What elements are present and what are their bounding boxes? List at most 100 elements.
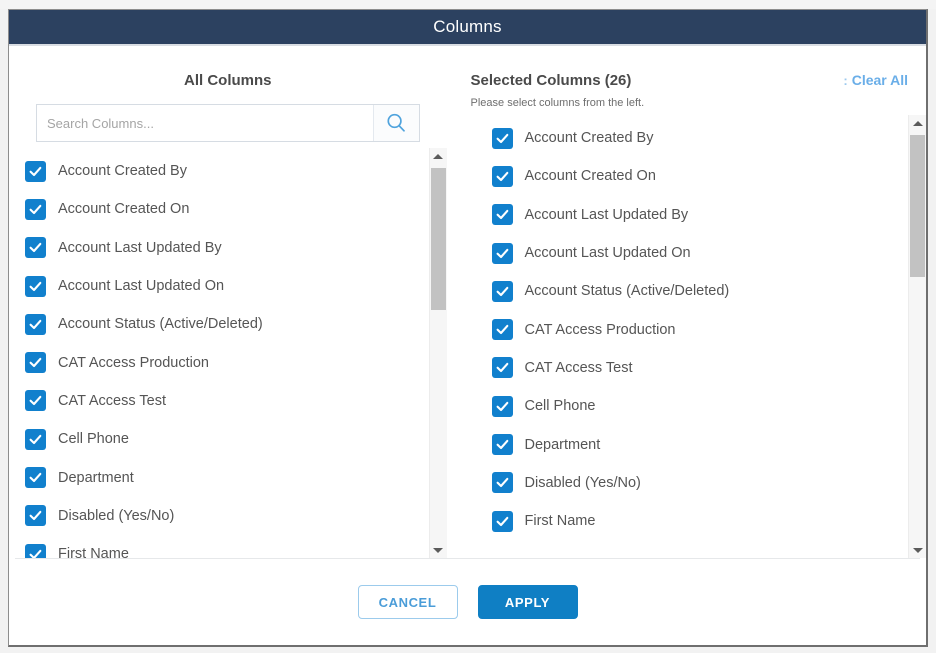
column-list-item[interactable]: Account Created On [492,157,908,195]
scroll-down-arrow-icon[interactable] [909,542,926,558]
checkbox-checked-icon[interactable] [492,243,513,264]
column-list-item-label: Account Status (Active/Deleted) [58,316,263,332]
column-list-item-label: Account Created By [525,130,654,146]
column-list-item[interactable]: Account Created By [25,152,429,190]
all-columns-list-area: Account Created By Account Created On Acco… [9,148,447,558]
selected-columns-list[interactable]: Account Created By Account Created On Acco… [447,115,908,558]
column-list-item-label: Cell Phone [58,431,129,447]
search-button[interactable] [373,105,419,141]
checkbox-checked-icon[interactable] [25,505,46,526]
all-columns-list[interactable]: Account Created By Account Created On Acco… [9,148,429,558]
all-columns-pane: All Columns [9,46,447,558]
column-list-item-label: Cell Phone [525,398,596,414]
page-background-band [0,0,936,9]
all-columns-scroll-track[interactable] [430,164,447,542]
checkbox-checked-icon[interactable] [492,357,513,378]
column-list-item-label: Account Last Updated By [525,207,689,223]
checkbox-checked-icon[interactable] [25,352,46,373]
checkbox-checked-icon[interactable] [25,199,46,220]
checkbox-checked-icon[interactable] [25,276,46,297]
column-list-item-label: Account Created On [525,168,656,184]
column-list-item-label: First Name [58,546,129,558]
column-list-item-label: Department [58,470,134,486]
selected-columns-scrollbar[interactable] [908,115,926,558]
column-list-item[interactable]: Disabled (Yes/No) [492,464,908,502]
column-list-item-label: Disabled (Yes/No) [525,475,641,491]
column-list-item[interactable]: Cell Phone [25,420,429,458]
checkbox-checked-icon[interactable] [492,281,513,302]
checkbox-checked-icon[interactable] [25,161,46,182]
checkbox-checked-icon[interactable] [492,511,513,532]
column-list-item-label: Account Status (Active/Deleted) [525,283,730,299]
search-icon [385,112,407,134]
column-list-item-label: CAT Access Production [58,355,209,371]
panes-container: All Columns [9,46,926,558]
checkbox-checked-icon[interactable] [492,204,513,225]
column-list-item[interactable]: Account Last Updated On [25,267,429,305]
column-list-item-label: Account Created By [58,163,187,179]
selected-columns-subtitle: Please select columns from the left. [471,97,912,109]
checkbox-checked-icon[interactable] [25,237,46,258]
selected-columns-list-area: Account Created By Account Created On Acco… [447,115,926,558]
column-list-item[interactable]: Account Last Updated On [492,234,908,272]
checkbox-checked-icon[interactable] [492,396,513,417]
checkbox-checked-icon[interactable] [25,467,46,488]
checkbox-checked-icon[interactable] [25,314,46,335]
dialog-titlebar: Columns [9,10,926,46]
checkbox-checked-icon[interactable] [25,544,46,558]
dialog-footer: CANCEL APPLY [9,559,926,645]
all-columns-scroll-thumb[interactable] [431,168,446,310]
scroll-up-arrow-icon[interactable] [430,148,447,164]
checkbox-checked-icon[interactable] [492,319,513,340]
column-list-item-label: Department [525,437,601,453]
column-list-item[interactable]: Account Last Updated By [492,196,908,234]
checkbox-checked-icon[interactable] [25,390,46,411]
selected-columns-scroll-thumb[interactable] [910,135,925,277]
column-list-item[interactable]: Account Last Updated By [25,229,429,267]
all-columns-title: All Columns [23,72,433,89]
column-list-item[interactable]: Department [492,425,908,463]
column-list-item[interactable]: Account Created By [492,119,908,157]
checkbox-checked-icon[interactable] [492,166,513,187]
scroll-down-arrow-icon[interactable] [430,542,447,558]
column-list-item[interactable]: CAT Access Production [25,343,429,381]
dialog-body: All Columns [9,46,926,645]
column-list-item[interactable]: Disabled (Yes/No) [25,497,429,535]
checkbox-checked-icon[interactable] [492,472,513,493]
column-list-item-label: Account Last Updated On [58,278,224,294]
search-input[interactable] [37,105,373,141]
column-list-item-label: Disabled (Yes/No) [58,508,174,524]
column-list-item[interactable]: Cell Phone [492,387,908,425]
column-list-item[interactable]: CAT Access Test [492,349,908,387]
selected-columns-pane: Selected Columns (26) Please select colu… [447,46,926,558]
dialog-title: Columns [433,17,501,37]
columns-dialog: Columns All Columns [8,9,928,647]
checkbox-checked-icon[interactable] [25,429,46,450]
clear-all-button[interactable]: : Clear All [843,72,908,88]
all-columns-scrollbar[interactable] [429,148,447,558]
column-list-item[interactable]: Account Status (Active/Deleted) [492,272,908,310]
all-columns-header: All Columns [9,46,447,142]
column-list-item[interactable]: CAT Access Production [492,310,908,348]
column-list-item-label: Account Last Updated By [58,240,222,256]
checkbox-checked-icon[interactable] [492,128,513,149]
clear-all-label: Clear All [852,72,908,88]
checkbox-checked-icon[interactable] [492,434,513,455]
clear-all-icon: : [843,74,846,87]
apply-button[interactable]: APPLY [478,585,578,619]
column-list-item-label: CAT Access Test [58,393,166,409]
column-list-item-label: Account Last Updated On [525,245,691,261]
column-list-item-label: First Name [525,513,596,529]
column-list-item[interactable]: Department [25,458,429,496]
column-list-item-label: CAT Access Test [525,360,633,376]
cancel-button[interactable]: CANCEL [358,585,458,619]
column-list-item[interactable]: Account Created On [25,190,429,228]
search-columns-field[interactable] [36,104,420,142]
column-list-item[interactable]: First Name [25,535,429,558]
column-list-item[interactable]: Account Status (Active/Deleted) [25,305,429,343]
selected-columns-scroll-track[interactable] [909,131,926,542]
column-list-item[interactable]: CAT Access Test [25,382,429,420]
column-list-item[interactable]: First Name [492,502,908,540]
selected-columns-header: Selected Columns (26) Please select colu… [447,46,926,109]
scroll-up-arrow-icon[interactable] [909,115,926,131]
